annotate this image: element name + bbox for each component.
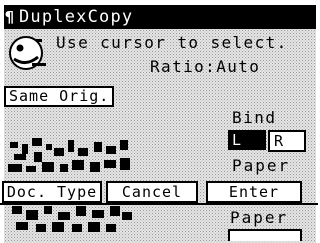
paper-label: Paper [232,156,291,175]
document-preview-image [8,138,132,232]
cancel-button[interactable]: Cancel [106,181,198,203]
pilcrow-icon: ¶ [5,8,16,26]
paper-option-box[interactable] [228,229,302,241]
ratio-text: Ratio:Auto [150,57,261,76]
divider-line [0,203,318,205]
enter-button[interactable]: Enter [206,181,302,203]
paper-label-lower: Paper [230,208,289,227]
bind-label: Bind [232,108,277,127]
same-orig-button[interactable]: Same Orig. [4,86,115,107]
title-bar: ¶ DuplexCopy [4,5,316,29]
instruction-text: Use cursor to select. [56,33,288,52]
bind-left-option[interactable]: L [228,130,266,150]
operator-face-icon [9,36,46,70]
enter-label: Enter [228,183,280,201]
softkey-bar: Doc. Type Cancel Enter [0,181,318,203]
doc-type-button[interactable]: Doc. Type [2,181,102,203]
mode-title: DuplexCopy [19,7,134,27]
bind-right-option[interactable]: R [268,130,306,152]
